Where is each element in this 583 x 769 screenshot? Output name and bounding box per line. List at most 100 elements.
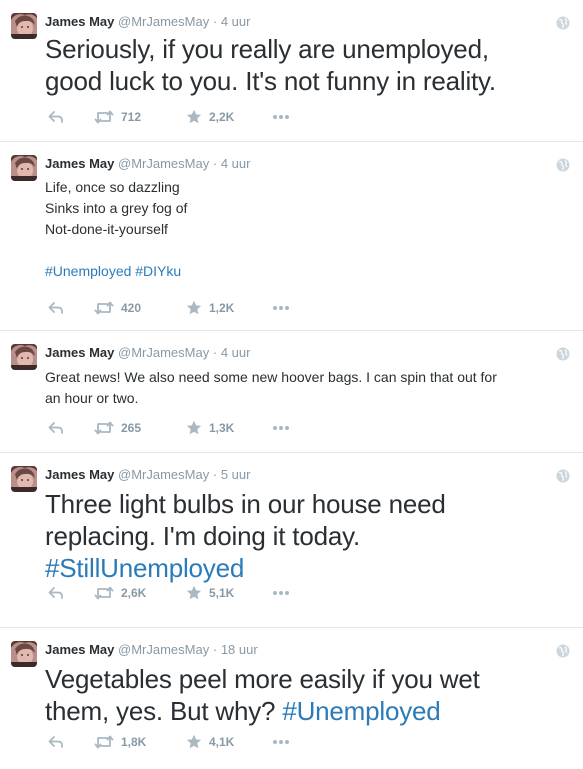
tweet-header: James May @MrJamesMay · 4 uur: [45, 156, 250, 172]
author-name[interactable]: James May: [45, 467, 114, 482]
tweet-text-line: them, yes. But why? #Unemployed: [45, 695, 569, 727]
favorite-button[interactable]: 5,1K: [186, 585, 234, 601]
timestamp[interactable]: 4 uur: [221, 156, 251, 171]
tweet-text-line: Not-done-it-yourself: [45, 221, 168, 237]
avatar[interactable]: [11, 466, 37, 492]
more-button[interactable]: [272, 114, 290, 120]
favorite-button[interactable]: 1,3K: [186, 420, 234, 436]
reply-button[interactable]: [48, 734, 64, 750]
favorite-icon: [186, 109, 202, 125]
author-handle[interactable]: @MrJamesMay: [118, 467, 209, 482]
more-button[interactable]: [272, 425, 290, 431]
favorite-icon: [186, 300, 202, 316]
separator: ·: [212, 14, 218, 29]
tweet-header: James May @MrJamesMay · 18 uur: [45, 642, 258, 658]
author-handle[interactable]: @MrJamesMay: [118, 156, 209, 171]
avatar[interactable]: [11, 13, 37, 39]
favorite-button[interactable]: 2,2K: [186, 109, 234, 125]
tweet-text-line: Three light bulbs in our house need: [45, 489, 446, 519]
retweet-button[interactable]: 420: [94, 300, 141, 316]
tweet[interactable]: James May @MrJamesMay · 4 uur Great news…: [0, 331, 583, 453]
avatar[interactable]: [11, 155, 37, 181]
tweet[interactable]: James May @MrJamesMay · 4 uur Life, once…: [0, 142, 583, 331]
retweet-icon: [94, 420, 114, 436]
more-button[interactable]: [272, 305, 290, 311]
separator: ·: [212, 467, 218, 482]
more-icon: [272, 305, 290, 311]
reply-icon: [48, 109, 64, 125]
retweet-count: 2,6K: [121, 586, 147, 600]
retweet-count: 420: [121, 301, 142, 315]
favorite-count: 5,1K: [209, 586, 235, 600]
tweet[interactable]: James May @MrJamesMay · 4 uur Seriously,…: [0, 0, 583, 142]
favorite-count: 4,1K: [209, 735, 235, 749]
favorite-button[interactable]: 1,2K: [186, 300, 234, 316]
tweet-text-line: Great news! We also need some new hoover…: [45, 369, 497, 385]
reply-icon: [48, 420, 64, 436]
favorite-icon: [186, 420, 202, 436]
globe-icon: [556, 16, 570, 30]
hashtag-link[interactable]: #StillUnemployed: [45, 552, 569, 584]
author-handle[interactable]: @MrJamesMay: [118, 14, 209, 29]
reply-icon: [48, 300, 64, 316]
author-name[interactable]: James May: [45, 14, 114, 29]
timestamp[interactable]: 18 uur: [221, 642, 258, 657]
globe-icon: [556, 469, 570, 483]
author-handle[interactable]: @MrJamesMay: [118, 345, 209, 360]
more-icon: [272, 114, 290, 120]
tweet-text-line: replacing. I'm doing it today.: [45, 521, 360, 551]
tweet-header: James May @MrJamesMay · 4 uur: [45, 345, 250, 361]
favorite-button[interactable]: 4,1K: [186, 734, 234, 750]
reply-button[interactable]: [48, 585, 64, 601]
favorite-count: 1,2K: [209, 301, 235, 315]
retweet-button[interactable]: 265: [94, 420, 141, 436]
reply-button[interactable]: [48, 300, 64, 316]
retweet-icon: [94, 300, 114, 316]
retweet-count: 1,8K: [121, 735, 147, 749]
tweet-text-line: an hour or two.: [45, 390, 139, 406]
tweet-text: Seriously, if you really are unemployed,…: [45, 33, 569, 97]
retweet-button[interactable]: 2,6K: [94, 585, 146, 601]
tweet-header: James May @MrJamesMay · 4 uur: [45, 14, 250, 30]
author-name[interactable]: James May: [45, 345, 114, 360]
more-button[interactable]: [272, 590, 290, 596]
tweet[interactable]: James May @MrJamesMay · 5 uur Three ligh…: [0, 453, 583, 628]
tweet-text-segment: them, yes. But why?: [45, 696, 283, 726]
author-name[interactable]: James May: [45, 156, 114, 171]
separator: ·: [212, 642, 218, 657]
tweet-text: Life, once so dazzling Sinks into a grey…: [45, 177, 569, 282]
tweet-text: Great news! We also need some new hoover…: [45, 367, 569, 409]
retweet-icon: [94, 585, 114, 601]
globe-icon: [556, 644, 570, 658]
hashtag-link[interactable]: #Unemployed: [282, 696, 440, 726]
retweet-button[interactable]: 712: [94, 109, 141, 125]
separator: ·: [212, 156, 218, 171]
tweet-text: Three light bulbs in our house need repl…: [45, 488, 569, 584]
author-handle[interactable]: @MrJamesMay: [118, 642, 209, 657]
hashtag-link[interactable]: #Unemployed #DIYku: [45, 261, 569, 282]
retweet-icon: [94, 109, 114, 125]
tweet-text-line: Life, once so dazzling: [45, 179, 180, 195]
timestamp[interactable]: 5 uur: [221, 467, 251, 482]
tweet-text: Vegetables peel more easily if you wet t…: [45, 663, 569, 727]
favorite-icon: [186, 734, 202, 750]
separator: ·: [212, 345, 218, 360]
reply-button[interactable]: [48, 109, 64, 125]
reply-button[interactable]: [48, 420, 64, 436]
more-icon: [272, 590, 290, 596]
more-button[interactable]: [272, 739, 290, 745]
retweet-button[interactable]: 1,8K: [94, 734, 146, 750]
tweet-text-line: Seriously, if you really are unemployed,: [45, 34, 489, 64]
tweet-text-line: Sinks into a grey fog of: [45, 200, 188, 216]
tweet[interactable]: James May @MrJamesMay · 18 uur Vegetable…: [0, 628, 583, 769]
timestamp[interactable]: 4 uur: [221, 14, 251, 29]
more-icon: [272, 425, 290, 431]
avatar[interactable]: [11, 641, 37, 667]
reply-icon: [48, 585, 64, 601]
avatar[interactable]: [11, 344, 37, 370]
favorite-count: 1,3K: [209, 421, 235, 435]
author-name[interactable]: James May: [45, 642, 114, 657]
timestamp[interactable]: 4 uur: [221, 345, 251, 360]
tweet-text-line: Vegetables peel more easily if you wet: [45, 664, 480, 694]
